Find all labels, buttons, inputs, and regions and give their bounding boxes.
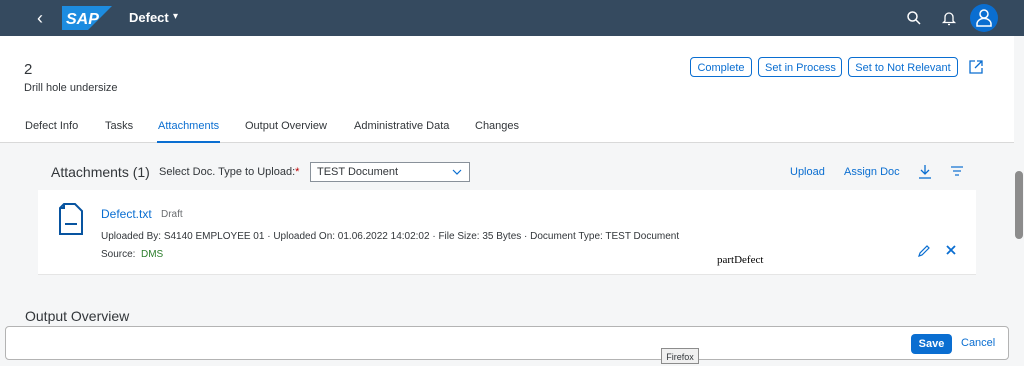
doc-type-value: TEST Document (317, 166, 399, 178)
edit-icon[interactable] (917, 244, 931, 258)
required-marker: * (295, 166, 300, 178)
chevron-down-icon (452, 169, 462, 175)
svg-text:SAP: SAP (66, 11, 99, 28)
object-header: 2 Drill hole undersize Complete Set in P… (0, 36, 1014, 143)
attachment-source-label: Source: (101, 249, 136, 260)
sort-settings-icon[interactable] (950, 165, 964, 179)
tab-attachments[interactable]: Attachments (158, 120, 219, 132)
user-avatar[interactable] (970, 4, 998, 32)
download-icon[interactable] (918, 164, 932, 180)
save-button[interactable]: Save (911, 334, 952, 354)
app-title[interactable]: Defect (129, 10, 169, 25)
scrollbar-thumb[interactable] (1015, 171, 1023, 239)
app-title-caret-icon[interactable]: ▾ (173, 11, 178, 22)
doc-type-label: Select Doc. Type to Upload:* (159, 166, 300, 178)
back-icon[interactable]: ‹ (30, 8, 50, 28)
notification-bell-icon[interactable] (940, 9, 958, 27)
share-icon[interactable] (968, 59, 984, 75)
attachment-file-name[interactable]: Defect.txt (101, 207, 152, 221)
delete-icon[interactable] (945, 244, 957, 256)
assign-doc-button[interactable]: Assign Doc (844, 166, 900, 178)
active-tab-indicator (157, 141, 220, 143)
user-icon (976, 9, 992, 27)
complete-button[interactable]: Complete (690, 57, 752, 77)
object-id: 2 (24, 61, 33, 78)
tab-changes[interactable]: Changes (475, 120, 519, 132)
tab-tasks[interactable]: Tasks (105, 120, 133, 132)
attachments-title: Attachments (1) (51, 164, 150, 180)
attachment-status: Draft (161, 209, 183, 220)
sap-logo[interactable]: SAP (62, 6, 112, 30)
cancel-button[interactable]: Cancel (961, 337, 995, 349)
output-overview-title: Output Overview (25, 308, 130, 324)
tab-defect-info[interactable]: Defect Info (25, 120, 78, 132)
document-icon (59, 203, 83, 235)
set-not-relevant-button[interactable]: Set to Not Relevant (848, 57, 958, 77)
object-subtitle: Drill hole undersize (24, 82, 118, 94)
browser-tooltip: Firefox (661, 348, 699, 364)
footer-toolbar: Save Cancel (5, 326, 1009, 360)
tab-administrative-data[interactable]: Administrative Data (354, 120, 449, 132)
attachment-meta: Uploaded By: S4140 EMPLOYEE 01 · Uploade… (101, 231, 680, 242)
tab-output-overview[interactable]: Output Overview (245, 120, 327, 132)
search-icon[interactable] (905, 9, 923, 27)
doc-type-select[interactable]: TEST Document (310, 162, 470, 182)
attachment-source-value: DMS (141, 249, 164, 260)
attachment-item[interactable]: Defect.txt Draft Uploaded By: S4140 EMPL… (38, 190, 976, 275)
shell-bar: ‹ SAP Defect ▾ (0, 0, 1024, 36)
upload-button[interactable]: Upload (790, 166, 825, 178)
overlay-label: partDefect (717, 254, 764, 266)
set-in-process-button[interactable]: Set in Process (758, 57, 842, 77)
